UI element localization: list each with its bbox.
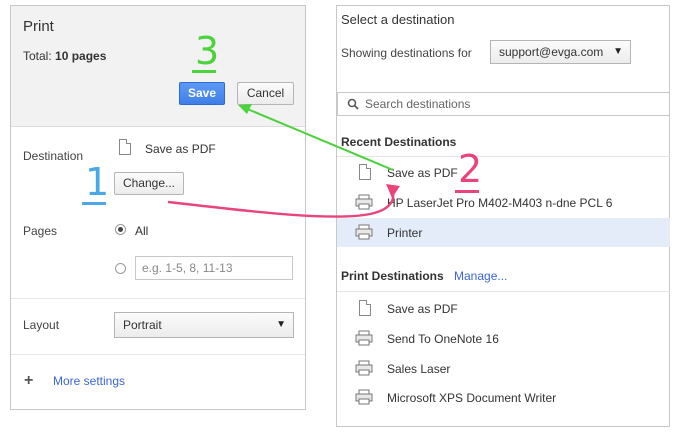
annotation-overlay — [167, 104, 400, 218]
pink-arrowhead — [386, 184, 400, 198]
annotation-underline-2 — [455, 190, 479, 193]
annotation-underline-3 — [192, 70, 216, 73]
annotation-number-3: 3 — [195, 29, 220, 73]
pink-arrow — [167, 189, 395, 218]
annotation-underline-1 — [82, 202, 106, 205]
annotation-number-1: 1 — [85, 160, 110, 204]
annotation-number-2: 2 — [458, 147, 483, 191]
green-arrow — [244, 107, 394, 171]
